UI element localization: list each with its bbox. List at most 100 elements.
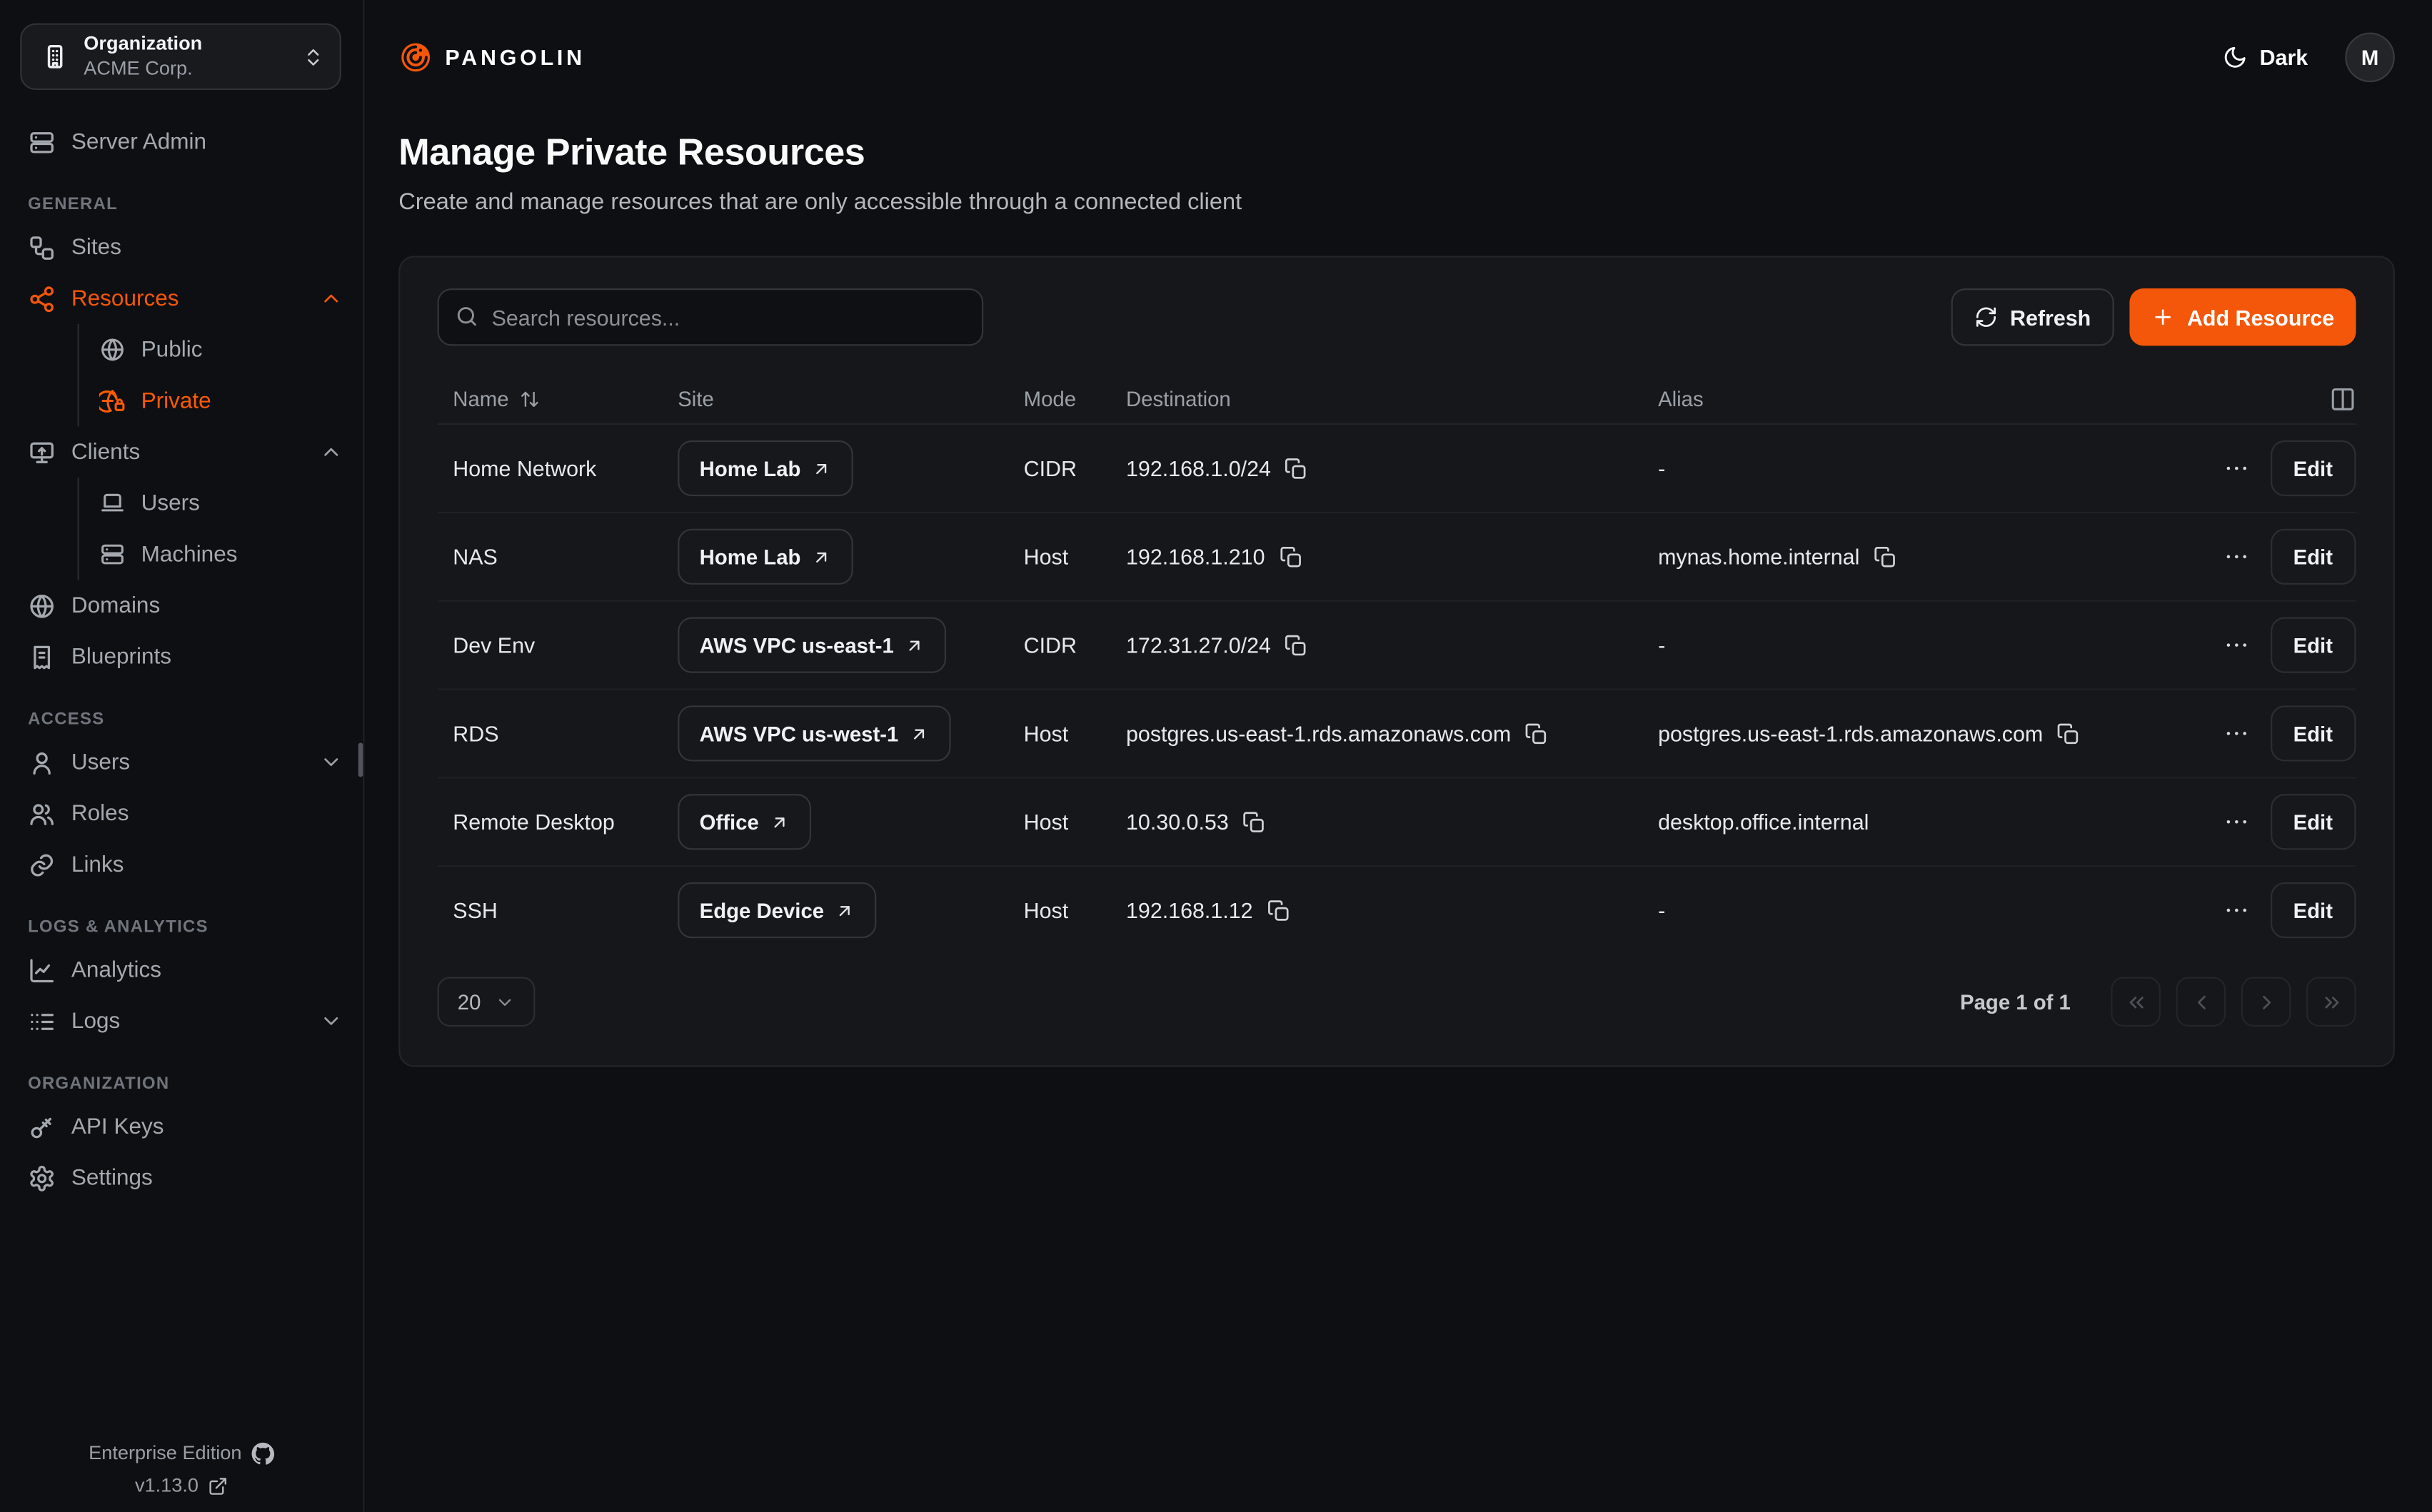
row-menu-button[interactable]: [2222, 897, 2250, 924]
sidebar-item-public[interactable]: Public: [79, 324, 363, 376]
sidebar-item-private[interactable]: Private: [79, 376, 363, 427]
server-icon: [28, 128, 56, 156]
sidebar-item-label: Domains: [71, 593, 160, 618]
next-page-button[interactable]: [2241, 977, 2291, 1027]
cell-site: Home Lab: [678, 529, 1023, 585]
cell-mode: Host: [1024, 544, 1126, 569]
cell-alias: -: [1658, 898, 2204, 923]
last-page-button[interactable]: [2306, 977, 2356, 1027]
cell-name: RDS: [438, 721, 678, 746]
sidebar-item-settings[interactable]: Settings: [0, 1152, 363, 1204]
chevrons-left-icon: [2124, 990, 2148, 1014]
edition-link[interactable]: Enterprise Edition: [0, 1438, 363, 1471]
column-header-name[interactable]: Name: [438, 388, 678, 411]
toggle-columns-button[interactable]: [2330, 386, 2356, 413]
sidebar-item-links[interactable]: Links: [0, 839, 363, 890]
topbar-right: Dark M: [2213, 33, 2394, 83]
sidebar-item-blueprints[interactable]: Blueprints: [0, 631, 363, 682]
row-menu-button[interactable]: [2222, 631, 2250, 659]
copy-button[interactable]: [1242, 810, 1266, 834]
cell-actions: Edit: [2204, 705, 2356, 761]
site-link-button[interactable]: Office: [678, 794, 811, 850]
edit-button[interactable]: Edit: [2270, 529, 2356, 585]
copy-button[interactable]: [1279, 545, 1302, 569]
arrow-up-right-icon: [835, 900, 855, 920]
sidebar-item-label: Private: [141, 388, 211, 413]
copy-button[interactable]: [1285, 457, 1308, 480]
arrow-up-right-icon: [812, 458, 832, 478]
version-link[interactable]: v1.13.0: [0, 1470, 363, 1503]
copy-icon: [1279, 545, 1302, 569]
site-link-button[interactable]: Edge Device: [678, 882, 877, 938]
column-header-actions: [2204, 386, 2356, 413]
sidebar-item-resources[interactable]: Resources: [0, 273, 363, 324]
copy-button[interactable]: [1525, 722, 1549, 745]
sidebar-item-machines[interactable]: Machines: [79, 529, 363, 580]
cell-mode: CIDR: [1024, 456, 1126, 481]
plus-icon: [2151, 306, 2175, 329]
cell-destination: 192.168.1.210: [1126, 544, 1658, 569]
edit-button[interactable]: Edit: [2270, 794, 2356, 850]
cell-name: Remote Desktop: [438, 810, 678, 835]
copy-button[interactable]: [2057, 722, 2081, 745]
cell-site: AWS VPC us-east-1: [678, 618, 1023, 673]
sidebar-item-api-keys[interactable]: API Keys: [0, 1101, 363, 1152]
row-menu-button[interactable]: [2222, 543, 2250, 570]
edit-button[interactable]: Edit: [2270, 882, 2356, 938]
sidebar-item-users[interactable]: Users: [0, 737, 363, 788]
edit-button[interactable]: Edit: [2270, 440, 2356, 496]
copy-button[interactable]: [1285, 633, 1308, 657]
add-resource-button[interactable]: Add Resource: [2130, 288, 2356, 346]
row-menu-button[interactable]: [2222, 454, 2250, 482]
workflow-icon: [28, 233, 56, 261]
copy-button[interactable]: [1874, 545, 1897, 569]
cell-name: SSH: [438, 898, 678, 923]
org-selector[interactable]: Organization ACME Corp.: [20, 24, 341, 90]
sidebar-item-sites[interactable]: Sites: [0, 222, 363, 273]
sidebar-item-label: Logs: [71, 1009, 120, 1034]
edit-button[interactable]: Edit: [2270, 618, 2356, 673]
brand-logo[interactable]: PANGOLIN: [398, 40, 586, 74]
sidebar-item-clients[interactable]: Clients: [0, 426, 363, 478]
theme-toggle-button[interactable]: Dark: [2213, 44, 2317, 71]
edit-button[interactable]: Edit: [2270, 705, 2356, 761]
page-size-value: 20: [458, 990, 481, 1014]
site-link-button[interactable]: Home Lab: [678, 529, 853, 585]
sidebar-item-label: Users: [141, 490, 200, 515]
cell-mode: Host: [1024, 898, 1126, 923]
cell-site: Edge Device: [678, 882, 1023, 938]
ellipsis-icon: [2222, 897, 2250, 924]
sidebar-item-roles[interactable]: Roles: [0, 787, 363, 839]
section-heading-organization: ORGANIZATION: [0, 1067, 363, 1101]
topbar: PANGOLIN Dark M: [398, 0, 2395, 115]
row-menu-button[interactable]: [2222, 808, 2250, 836]
columns-icon: [2330, 386, 2356, 413]
refresh-button[interactable]: Refresh: [1951, 288, 2114, 346]
sidebar-item-logs[interactable]: Logs: [0, 996, 363, 1047]
sidebar-scrollbar-thumb[interactable]: [358, 742, 363, 777]
user-icon: [28, 748, 56, 776]
chevron-down-icon: [319, 1009, 343, 1033]
page-size-select[interactable]: 20: [438, 977, 536, 1027]
chart-line-icon: [28, 956, 56, 984]
cell-destination: postgres.us-east-1.rds.amazonaws.com: [1126, 721, 1658, 746]
sidebar-item-label: Resources: [71, 286, 179, 311]
search-input[interactable]: [438, 288, 984, 346]
cell-destination: 192.168.1.0/24: [1126, 456, 1658, 481]
sidebar-item-analytics[interactable]: Analytics: [0, 944, 363, 996]
copy-button[interactable]: [1267, 899, 1290, 922]
site-link-button[interactable]: AWS VPC us-west-1: [678, 705, 951, 761]
avatar[interactable]: M: [2345, 33, 2395, 83]
ellipsis-icon: [2222, 631, 2250, 659]
row-menu-button[interactable]: [2222, 720, 2250, 747]
sidebar-item-domains[interactable]: Domains: [0, 580, 363, 631]
cell-actions: Edit: [2204, 529, 2356, 585]
site-link-button[interactable]: AWS VPC us-east-1: [678, 618, 946, 673]
site-link-button[interactable]: Home Lab: [678, 440, 853, 496]
sidebar-item-server-admin[interactable]: Server Admin: [0, 116, 363, 168]
first-page-button[interactable]: [2111, 977, 2161, 1027]
cell-mode: Host: [1024, 810, 1126, 835]
sidebar-item-users[interactable]: Users: [79, 478, 363, 529]
previous-page-button[interactable]: [2176, 977, 2226, 1027]
cell-alias: desktop.office.internal: [1658, 810, 2204, 835]
